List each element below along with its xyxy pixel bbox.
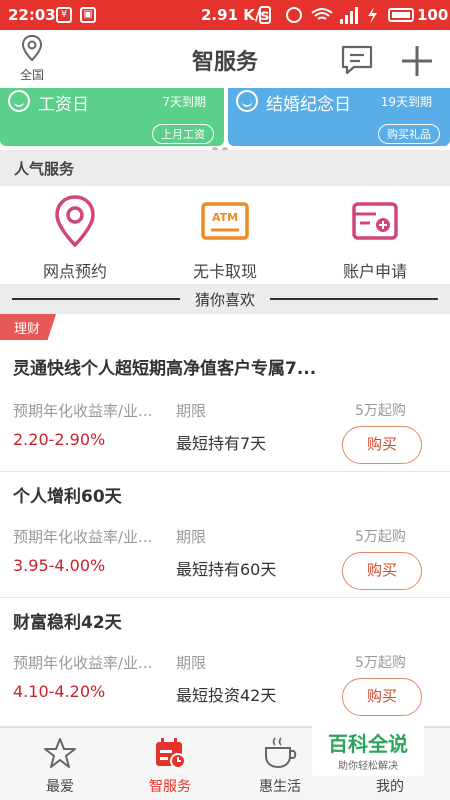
battery-level: 100 [417,6,449,24]
buy-button[interactable]: 购买 [342,678,422,716]
rate-label: 预期年化收益率/业... [13,654,153,672]
watermark: 百科全说 助你轻松解决 [312,722,424,776]
location-selector[interactable]: 全国 [12,34,52,83]
reminder-name: 结婚纪念日 [266,95,351,115]
nav-label: 智服务 [149,779,191,795]
nav-item-smart-service[interactable]: 智服务 [120,736,220,796]
smile-icon [8,90,30,112]
service-account-application[interactable]: 账户申请 [300,194,450,282]
reminder-action-button[interactable]: 购买礼品 [378,124,440,144]
battery-icon [388,8,414,22]
product-card[interactable]: 个人增利60天 预期年化收益率/业... 期限 5万起购 3.95-4.00% … [0,472,450,598]
account-card-icon [352,202,398,240]
location-label: 全国 [19,68,44,82]
location-icon [21,34,43,62]
minimum-purchase: 5万起购 [355,403,406,419]
reminder-card-anniversary[interactable]: 结婚纪念日 19天到期 购买礼品 [228,88,450,146]
charging-icon [368,7,377,24]
term-label: 期限 [176,402,207,420]
guess-title: 猜你喜欢 [194,291,255,309]
product-card[interactable]: 财富稳利42天 预期年化收益率/业... 期限 5万起购 4.10-4.20% … [0,598,450,727]
nav-label: 最爱 [46,779,74,795]
yield-rate: 3.95-4.00% [13,556,106,575]
reminder-days: 7天到期 [162,95,206,109]
minimum-purchase: 5万起购 [355,655,406,671]
atm-icon: ATM [201,202,249,240]
nav-item-favorites[interactable]: 最爱 [10,736,110,796]
yield-rate: 2.20-2.90% [13,430,106,449]
rate-label: 预期年化收益率/业... [13,402,153,420]
product-name: 灵通快线个人超短期高净值客户专属7... [13,359,317,379]
category-tag: 理财 [0,314,56,340]
nav-label: 我的 [376,779,404,795]
term-label: 期限 [176,654,207,672]
holding-term: 最短投资42天 [176,686,277,705]
star-icon [44,738,76,768]
service-label: 网点预约 [42,262,107,281]
popular-services: 网点预约 ATM 无卡取现 账户申请 [0,186,450,284]
reminder-name: 工资日 [38,95,89,115]
minimum-purchase: 5万起购 [355,529,406,545]
rate-label: 预期年化收益率/业... [13,528,153,546]
section-title: 人气服务 [0,150,450,186]
calendar-service-icon [156,738,186,769]
svg-text:ATM: ATM [212,211,238,224]
smile-icon [236,90,258,112]
wifi-icon [311,8,333,20]
buy-button[interactable]: 购买 [342,552,422,590]
term-label: 期限 [176,528,207,546]
service-label: 无卡取现 [192,262,257,281]
status-icons [259,6,377,24]
product-card[interactable]: 灵通快线个人超短期高净值客户专属7... 预期年化收益率/业... 期限 5万起… [0,340,450,472]
nav-label: 惠生活 [259,779,301,795]
vibrate-icon [259,6,271,24]
product-name: 个人增利60天 [13,487,122,507]
product-name: 财富稳利42天 [13,613,122,633]
coffee-cup-icon [265,737,297,769]
service-label: 账户申请 [342,262,407,281]
image-notification-icon: ▣ [80,7,96,23]
shield-icon: ¥ [56,7,72,23]
location-pin-icon [55,195,95,248]
status-bar: 22:03 ¥ ▣ 2.91 K/s 100 [0,0,450,30]
message-icon[interactable] [340,44,374,76]
reminder-card-salary[interactable]: 工资日 7天到期 上月工资 [0,88,224,146]
watermark-title: 百科全说 [328,732,408,756]
alarm-icon [286,7,302,23]
status-time: 22:03 [8,6,56,24]
page-title: 智服务 [191,50,258,75]
watermark-subtitle: 助你轻松解决 [338,761,398,772]
buy-button[interactable]: 购买 [342,426,422,464]
banner-page-indicator [202,138,248,153]
guess-divider: 猜你喜欢 [0,284,450,314]
add-icon[interactable] [400,44,434,78]
service-branch-booking[interactable]: 网点预约 [0,194,150,282]
service-cardless-withdraw[interactable]: ATM 无卡取现 [150,194,300,282]
reminder-days: 19天到期 [380,95,432,109]
holding-term: 最短持有7天 [176,434,267,453]
holding-term: 最短持有60天 [176,560,277,579]
yield-rate: 4.10-4.20% [13,682,106,701]
app-header: 全国 智服务 [0,30,450,88]
